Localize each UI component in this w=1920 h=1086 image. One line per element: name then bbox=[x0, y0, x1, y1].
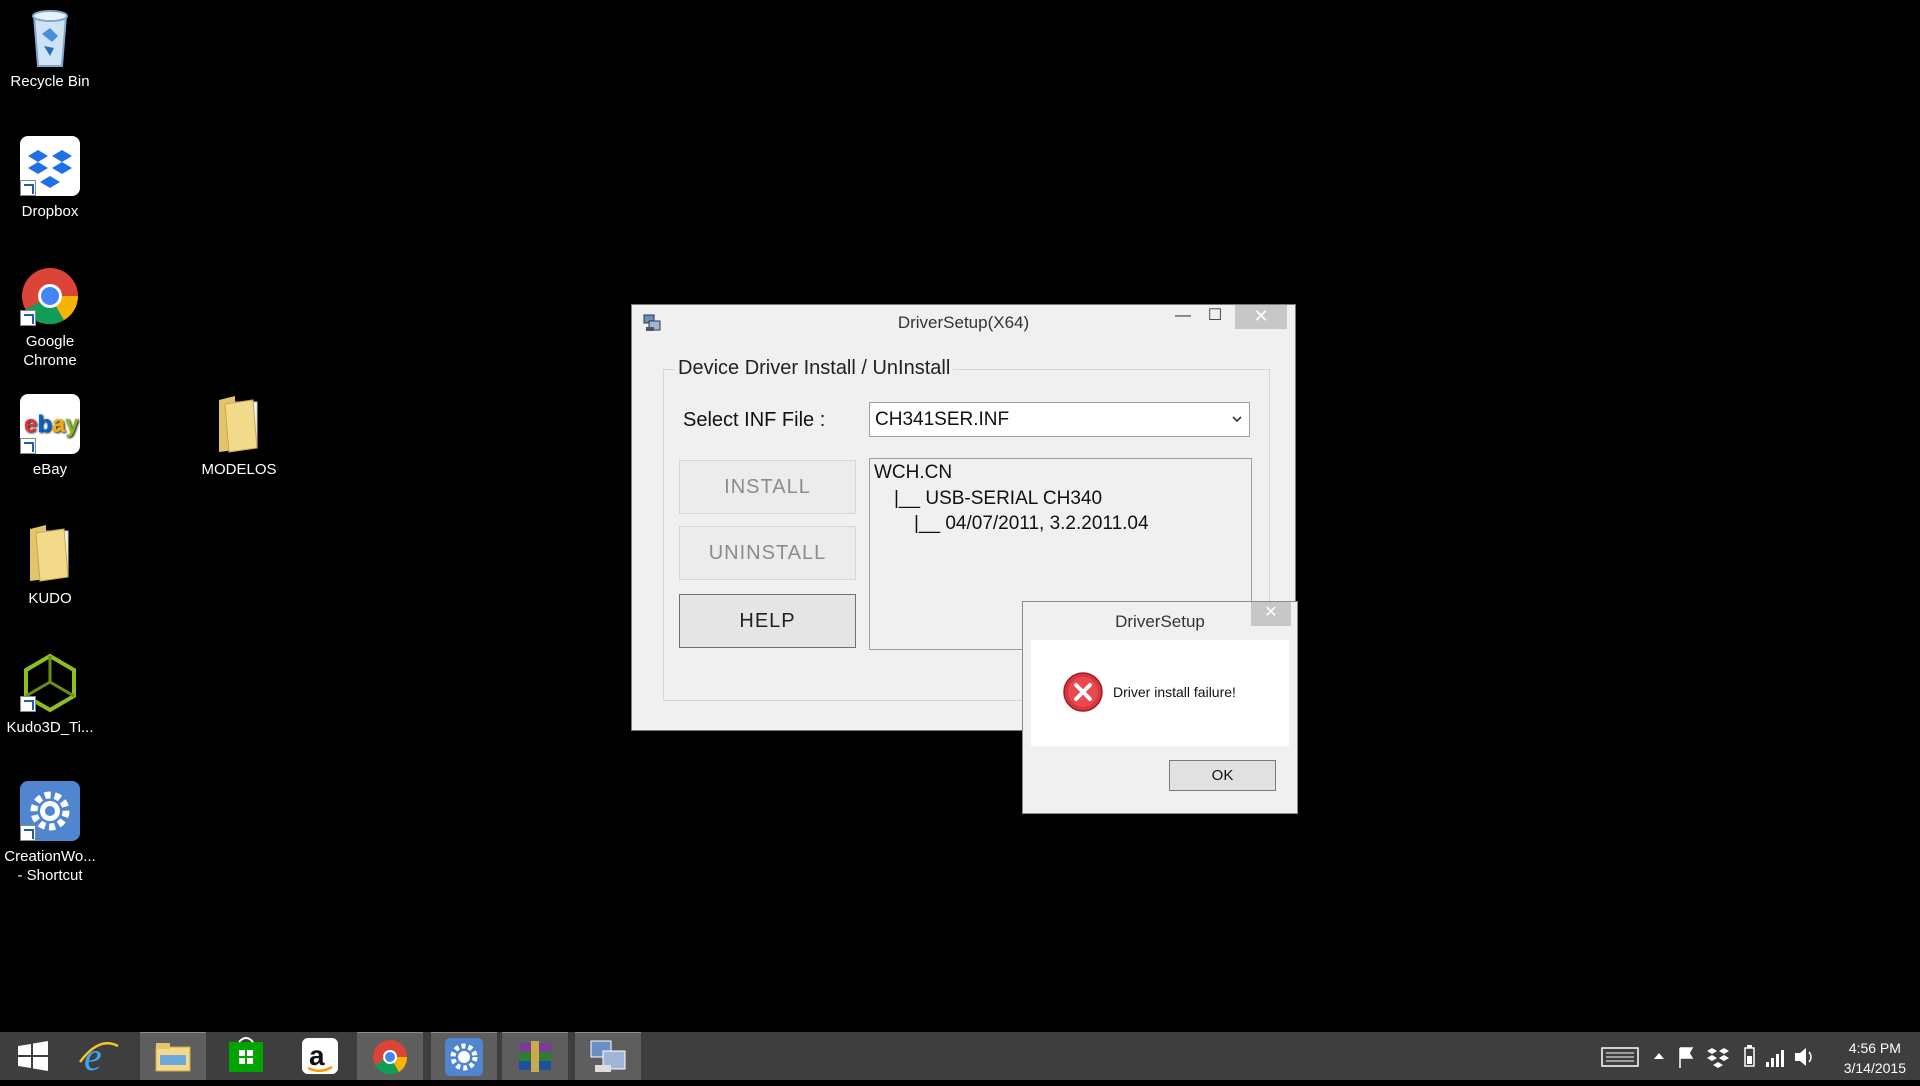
desktop-icon-creationworkshop[interactable]: CreationWo... - Shortcut bbox=[0, 781, 100, 885]
desktop-icon-label: Dropbox bbox=[21, 203, 79, 220]
network-signal-icon[interactable] bbox=[1764, 1032, 1786, 1080]
error-icon bbox=[1063, 672, 1103, 712]
tree-node-device: |__ USB-SERIAL CH340 bbox=[894, 488, 1103, 509]
close-button[interactable]: ✕ bbox=[1235, 305, 1287, 329]
taskbar-amazon[interactable]: a bbox=[287, 1032, 353, 1080]
help-button[interactable]: HELP bbox=[679, 594, 856, 648]
svg-text:e: e bbox=[84, 1034, 102, 1079]
dialog-body: Driver install failure! bbox=[1031, 640, 1289, 746]
window-titlebar[interactable]: DriverSetup(X64) — ☐ ✕ bbox=[632, 305, 1295, 341]
desktop-icon-label: KUDO bbox=[28, 590, 72, 607]
kudo3d-icon bbox=[20, 652, 80, 713]
desktop-icon-label: CreationWo... - Shortcut bbox=[4, 848, 96, 884]
folder-icon bbox=[20, 523, 80, 583]
taskbar-internet-explorer[interactable]: e bbox=[66, 1032, 132, 1080]
desktop-icon-kudo[interactable]: KUDO bbox=[0, 523, 100, 608]
touch-keyboard-icon[interactable] bbox=[1600, 1032, 1640, 1080]
svg-text:a: a bbox=[309, 1040, 325, 1071]
dropbox-icon bbox=[20, 136, 80, 196]
battery-icon[interactable] bbox=[1740, 1032, 1758, 1080]
ebay-icon: ebay bbox=[20, 394, 80, 454]
volume-icon[interactable] bbox=[1792, 1032, 1816, 1080]
error-dialog: DriverSetup ✕ Driver install failure! OK bbox=[1022, 601, 1298, 814]
desktop-icon-recycle-bin[interactable]: Recycle Bin bbox=[0, 6, 100, 91]
svg-text:ebay: ebay bbox=[24, 411, 79, 438]
desktop-icon-label: Kudo3D_Ti... bbox=[6, 719, 94, 736]
uninstall-button[interactable]: UNINSTALL bbox=[679, 526, 856, 580]
taskbar-chrome[interactable] bbox=[357, 1032, 423, 1080]
shortcut-arrow-icon bbox=[20, 180, 36, 196]
dialog-close-button[interactable]: ✕ bbox=[1251, 602, 1291, 626]
ok-button[interactable]: OK bbox=[1169, 760, 1276, 791]
shortcut-arrow-icon bbox=[20, 825, 36, 841]
dialog-message: Driver install failure! bbox=[1113, 684, 1236, 700]
clock-date: 3/14/2015 bbox=[1843, 1060, 1906, 1076]
chevron-down-icon bbox=[1231, 412, 1243, 424]
clock-time: 4:56 PM bbox=[1848, 1040, 1901, 1056]
maximize-button[interactable]: ☐ bbox=[1200, 305, 1230, 329]
desktop-icon-label: Recycle Bin bbox=[10, 73, 90, 90]
taskbar-clock[interactable]: 4:56 PM 3/14/2015 bbox=[1844, 1038, 1906, 1078]
desktop-icon-modelos[interactable]: MODELOS bbox=[189, 394, 289, 479]
chevron-up-icon[interactable] bbox=[1650, 1032, 1668, 1080]
desktop-icon-label: Google Chrome bbox=[23, 333, 77, 369]
desktop-icon-label: eBay bbox=[32, 461, 68, 478]
recycle-bin-icon bbox=[20, 6, 80, 67]
tree-node-vendor: WCH.CN bbox=[874, 462, 953, 483]
taskbar: e a 4:56 PM 3/14/2015 bbox=[0, 1032, 1920, 1080]
shortcut-arrow-icon bbox=[20, 438, 36, 454]
taskbar-file-explorer[interactable] bbox=[140, 1032, 206, 1080]
shortcut-arrow-icon bbox=[20, 310, 36, 326]
desktop-icon-kudo3d[interactable]: Kudo3D_Ti... bbox=[0, 652, 100, 737]
taskbar-winrar[interactable] bbox=[502, 1032, 568, 1080]
desktop-icon-dropbox[interactable]: Dropbox bbox=[0, 136, 100, 221]
start-button[interactable] bbox=[0, 1032, 66, 1080]
group-title: Device Driver Install / UnInstall bbox=[675, 357, 954, 380]
taskbar-store[interactable] bbox=[213, 1032, 279, 1080]
desktop-icon-ebay[interactable]: ebay eBay bbox=[0, 394, 100, 479]
action-center-flag-icon[interactable] bbox=[1676, 1032, 1698, 1080]
inf-file-label: Select INF File : bbox=[683, 409, 826, 431]
dropbox-tray-icon[interactable] bbox=[1706, 1032, 1730, 1080]
inf-file-select[interactable]: CH341SER.INF bbox=[869, 402, 1250, 437]
gear-icon bbox=[20, 781, 80, 841]
chrome-icon bbox=[20, 266, 80, 326]
minimize-button[interactable]: — bbox=[1168, 305, 1198, 329]
desktop-icon-label: MODELOS bbox=[201, 461, 277, 478]
desktop-icon-google-chrome[interactable]: Google Chrome bbox=[0, 266, 100, 370]
folder-icon bbox=[209, 394, 269, 454]
taskbar-creationworkshop[interactable] bbox=[431, 1032, 497, 1080]
inf-file-value: CH341SER.INF bbox=[875, 409, 1010, 430]
taskbar-driversetup[interactable] bbox=[575, 1032, 641, 1080]
install-button[interactable]: INSTALL bbox=[679, 460, 856, 514]
shortcut-arrow-icon bbox=[20, 696, 36, 712]
tree-node-version: |__ 04/07/2011, 3.2.2011.04 bbox=[914, 513, 1149, 534]
